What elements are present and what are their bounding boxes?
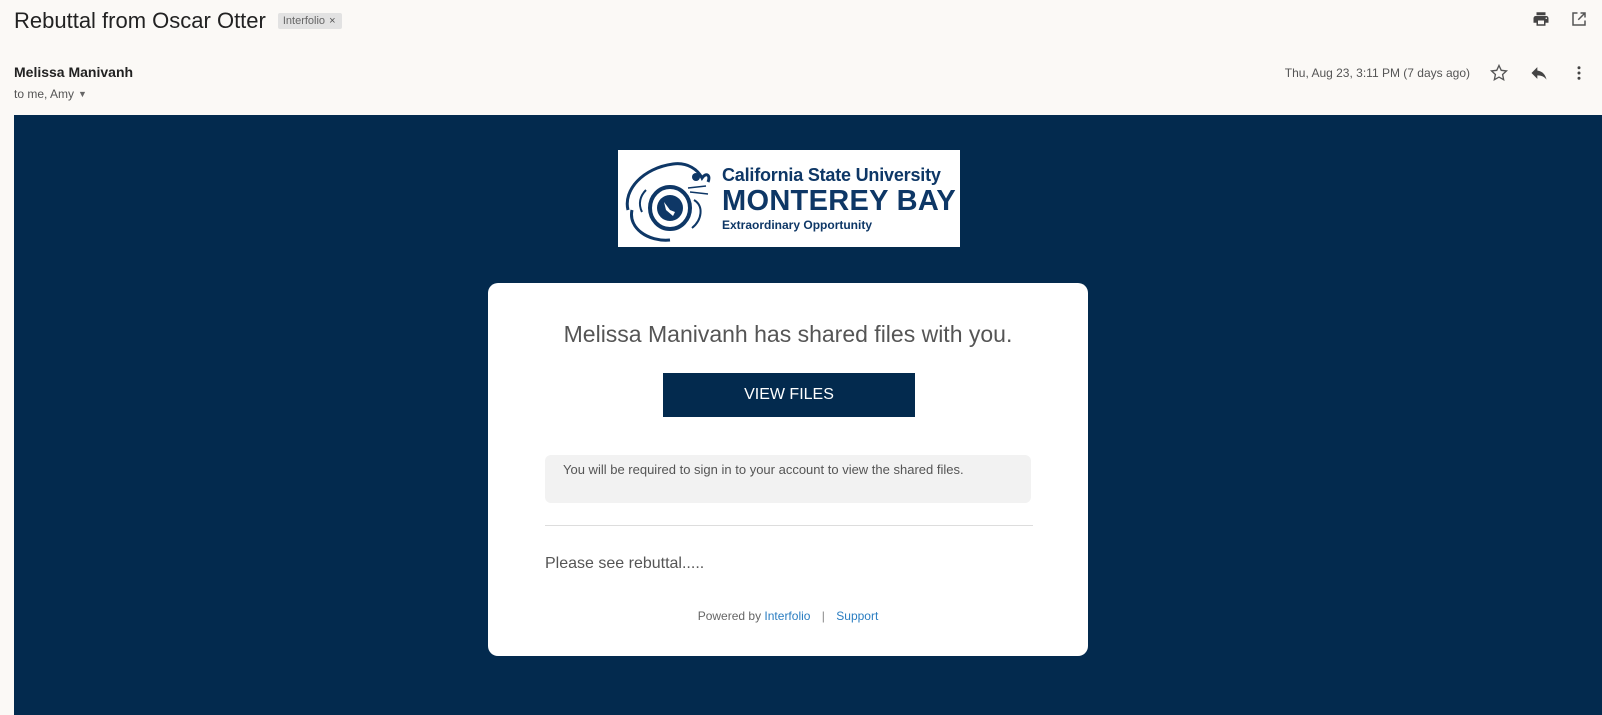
caret-down-icon[interactable]: ▼ — [78, 89, 87, 99]
powered-by-text: Powered by — [697, 609, 762, 623]
card-footer: Powered by Interfolio | Support — [488, 609, 1088, 623]
footer-separator: | — [821, 609, 825, 623]
divider — [545, 525, 1033, 526]
label-chip-text: Interfolio — [282, 15, 326, 27]
reply-icon[interactable] — [1528, 62, 1550, 84]
star-icon[interactable] — [1488, 62, 1510, 84]
logo-line-university: California State University — [722, 165, 941, 185]
support-link[interactable]: Support — [836, 609, 878, 623]
interfolio-link[interactable]: Interfolio — [764, 609, 810, 623]
sender-block: Melissa Manivanh to me, Amy ▼ — [14, 64, 133, 101]
message-date: Thu, Aug 23, 3:11 PM (7 days ago) — [1284, 66, 1470, 80]
sign-in-notice: You will be required to sign in to your … — [545, 455, 1031, 503]
open-in-new-window-icon[interactable] — [1568, 8, 1590, 30]
thread-actions — [1530, 8, 1590, 30]
view-files-button[interactable]: VIEW FILES — [663, 373, 915, 417]
more-vert-icon[interactable] — [1568, 62, 1590, 84]
otter-logo-icon — [625, 162, 711, 242]
logo-text: California State University MONTEREY BAY… — [722, 165, 956, 232]
share-message: Please see rebuttal..... — [545, 555, 705, 572]
email-subject: Rebuttal from Oscar Otter — [14, 8, 266, 33]
share-heading: Melissa Manivanh has shared files with y… — [563, 321, 1013, 347]
share-card: Melissa Manivanh has shared files with y… — [488, 283, 1088, 656]
subject-row: Rebuttal from Oscar Otter Interfolio × — [14, 6, 342, 36]
sender-name: Melissa Manivanh — [14, 64, 134, 80]
print-icon[interactable] — [1530, 8, 1552, 30]
logo-line-tagline: Extraordinary Opportunity — [722, 218, 873, 232]
recipients-line[interactable]: to me, Amy ▼ — [14, 87, 133, 101]
logo-line-campus: MONTEREY BAY — [722, 185, 957, 217]
email-body-banner: California State University MONTEREY BAY… — [14, 115, 1602, 715]
recipients-text: to me, Amy — [14, 87, 75, 101]
university-logo: California State University MONTEREY BAY… — [618, 150, 960, 247]
message-meta: Thu, Aug 23, 3:11 PM (7 days ago) — [1285, 62, 1590, 84]
remove-label-button[interactable]: × — [329, 15, 335, 27]
label-chip-interfolio[interactable]: Interfolio × — [277, 13, 342, 29]
